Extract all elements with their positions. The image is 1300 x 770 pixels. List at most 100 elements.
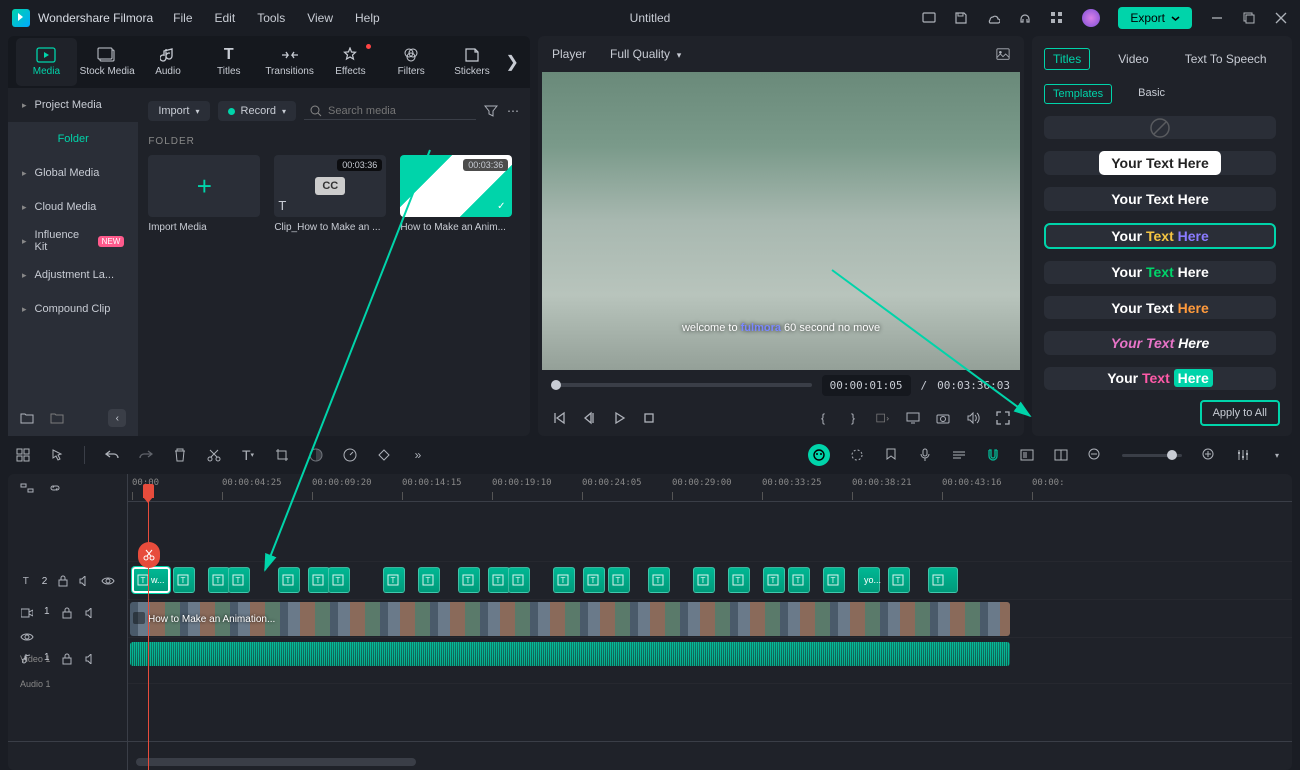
title-template[interactable]: Your Text Here <box>1044 296 1276 319</box>
play-icon[interactable] <box>612 411 626 425</box>
sidebar-folder[interactable]: Folder <box>8 122 138 156</box>
text-clip[interactable]: T <box>928 567 958 593</box>
text-clip[interactable]: T <box>788 567 810 593</box>
menu-tools[interactable]: Tools <box>257 11 285 25</box>
title-template[interactable]: Your Text Here <box>1044 223 1276 249</box>
prev-frame-icon[interactable] <box>552 411 566 425</box>
title-template[interactable]: Your Text Here <box>1044 187 1276 210</box>
cut-badge[interactable] <box>138 542 160 568</box>
search-media[interactable] <box>304 103 476 120</box>
menu-file[interactable]: File <box>173 11 192 25</box>
link-tracks-icon[interactable] <box>20 481 34 495</box>
color-icon[interactable] <box>309 448 323 462</box>
media-card-clip[interactable]: 00:03:36CCT Clip_How to Make an ... <box>274 155 386 233</box>
export-button[interactable]: Export <box>1118 7 1192 29</box>
text-tool-icon[interactable]: T▾ <box>241 448 255 462</box>
text-clip[interactable]: T <box>383 567 405 593</box>
track-head-audio[interactable]: 1 Audio 1 <box>8 646 127 692</box>
stop-icon[interactable] <box>642 411 656 425</box>
text-clip[interactable]: T <box>228 567 250 593</box>
mark-out-icon[interactable]: } <box>846 411 860 425</box>
delete-icon[interactable] <box>173 448 187 462</box>
display-icon[interactable] <box>906 411 920 425</box>
text-clip[interactable]: T <box>418 567 440 593</box>
cut-icon[interactable] <box>207 448 221 462</box>
keyframe-icon[interactable] <box>377 448 391 462</box>
folder-icon[interactable] <box>50 411 64 425</box>
menu-edit[interactable]: Edit <box>215 11 236 25</box>
grid-icon[interactable] <box>16 448 30 462</box>
tab-stickers[interactable]: Stickers <box>442 38 503 86</box>
scrub-bar[interactable] <box>552 383 812 387</box>
more-tools-icon[interactable]: » <box>411 448 425 462</box>
preview-video[interactable]: welcome to fulmora 60 second no move <box>542 72 1020 370</box>
media-card-import[interactable]: + Import Media <box>148 155 260 233</box>
collapse-sidebar-icon[interactable]: ‹ <box>108 409 126 427</box>
tab-media[interactable]: Media <box>16 38 77 86</box>
text-clip[interactable]: T <box>583 567 605 593</box>
lock-icon[interactable] <box>60 606 74 620</box>
text-clip[interactable]: Tw... <box>132 567 170 593</box>
track-head-text[interactable]: T2 <box>8 562 127 600</box>
step-back-icon[interactable] <box>582 411 596 425</box>
rtab-titles[interactable]: Titles <box>1044 48 1090 70</box>
marker-icon[interactable] <box>884 448 898 462</box>
save-icon[interactable] <box>954 11 968 25</box>
text-clip[interactable]: T <box>648 567 670 593</box>
tab-transitions[interactable]: Transitions <box>259 38 320 86</box>
music-tool-icon[interactable] <box>952 448 966 462</box>
import-dropdown[interactable]: Import▾ <box>148 101 209 121</box>
folder-add-icon[interactable] <box>20 411 34 425</box>
minimize-icon[interactable] <box>1210 11 1224 25</box>
crop-tool-icon[interactable] <box>275 448 289 462</box>
screen-icon[interactable] <box>922 11 936 25</box>
text-clip[interactable]: T <box>208 567 230 593</box>
menu-view[interactable]: View <box>307 11 333 25</box>
lock-icon[interactable] <box>60 652 74 666</box>
tab-filters[interactable]: Filters <box>381 38 442 86</box>
apps-icon[interactable] <box>1050 11 1064 25</box>
video-clip[interactable]: How to Make an Animation... <box>130 602 1010 636</box>
mixer-chev-icon[interactable]: ▾ <box>1270 448 1284 462</box>
cloud-icon[interactable] <box>986 11 1000 25</box>
camera-icon[interactable] <box>936 411 950 425</box>
headset-icon[interactable] <box>1018 11 1032 25</box>
text-clip[interactable]: T <box>508 567 530 593</box>
chain-icon[interactable] <box>48 481 62 495</box>
tabs-scroll-right[interactable]: ❯ <box>502 52 522 72</box>
playhead-line[interactable] <box>148 492 149 770</box>
undo-icon[interactable] <box>105 448 119 462</box>
mic-icon[interactable] <box>918 448 932 462</box>
text-clip[interactable]: T <box>458 567 480 593</box>
sidebar-project-media[interactable]: ▸Project Media <box>8 88 138 122</box>
search-input[interactable] <box>328 105 470 117</box>
pointer-icon[interactable] <box>50 448 64 462</box>
text-clip[interactable]: T <box>728 567 750 593</box>
lock-icon[interactable] <box>57 574 69 588</box>
apply-all-button[interactable]: Apply to All <box>1200 400 1280 426</box>
speed-icon[interactable] <box>343 448 357 462</box>
sidebar-cloud-media[interactable]: ▸Cloud Media <box>8 190 138 224</box>
tab-effects[interactable]: Effects <box>320 38 381 86</box>
video-track[interactable]: How to Make an Animation... <box>128 600 1292 638</box>
zoom-out-icon[interactable] <box>1088 448 1102 462</box>
title-template[interactable]: Your Text Here <box>1044 151 1276 175</box>
eye-icon[interactable] <box>20 630 34 644</box>
rsubtab-templates[interactable]: Templates <box>1044 84 1112 104</box>
text-clip[interactable]: T <box>488 567 510 593</box>
record-dropdown[interactable]: Record▾ <box>218 101 296 121</box>
quality-dropdown[interactable]: Full Quality ▾ <box>610 47 681 61</box>
timeline-scrollbar[interactable] <box>136 758 416 766</box>
tab-stock-media[interactable]: Stock Media <box>77 38 138 86</box>
text-clip[interactable]: T <box>328 567 350 593</box>
redo-icon[interactable] <box>139 448 153 462</box>
title-template[interactable]: Your Text Here <box>1044 261 1276 284</box>
filter-icon[interactable] <box>484 104 498 118</box>
mute-icon[interactable] <box>79 574 91 588</box>
text-clip[interactable]: T <box>308 567 330 593</box>
text-clip[interactable]: T <box>278 567 300 593</box>
title-template[interactable] <box>1044 116 1276 139</box>
mark-in-icon[interactable]: { <box>816 411 830 425</box>
adjust-icon[interactable] <box>850 448 864 462</box>
user-avatar[interactable] <box>1082 9 1100 27</box>
